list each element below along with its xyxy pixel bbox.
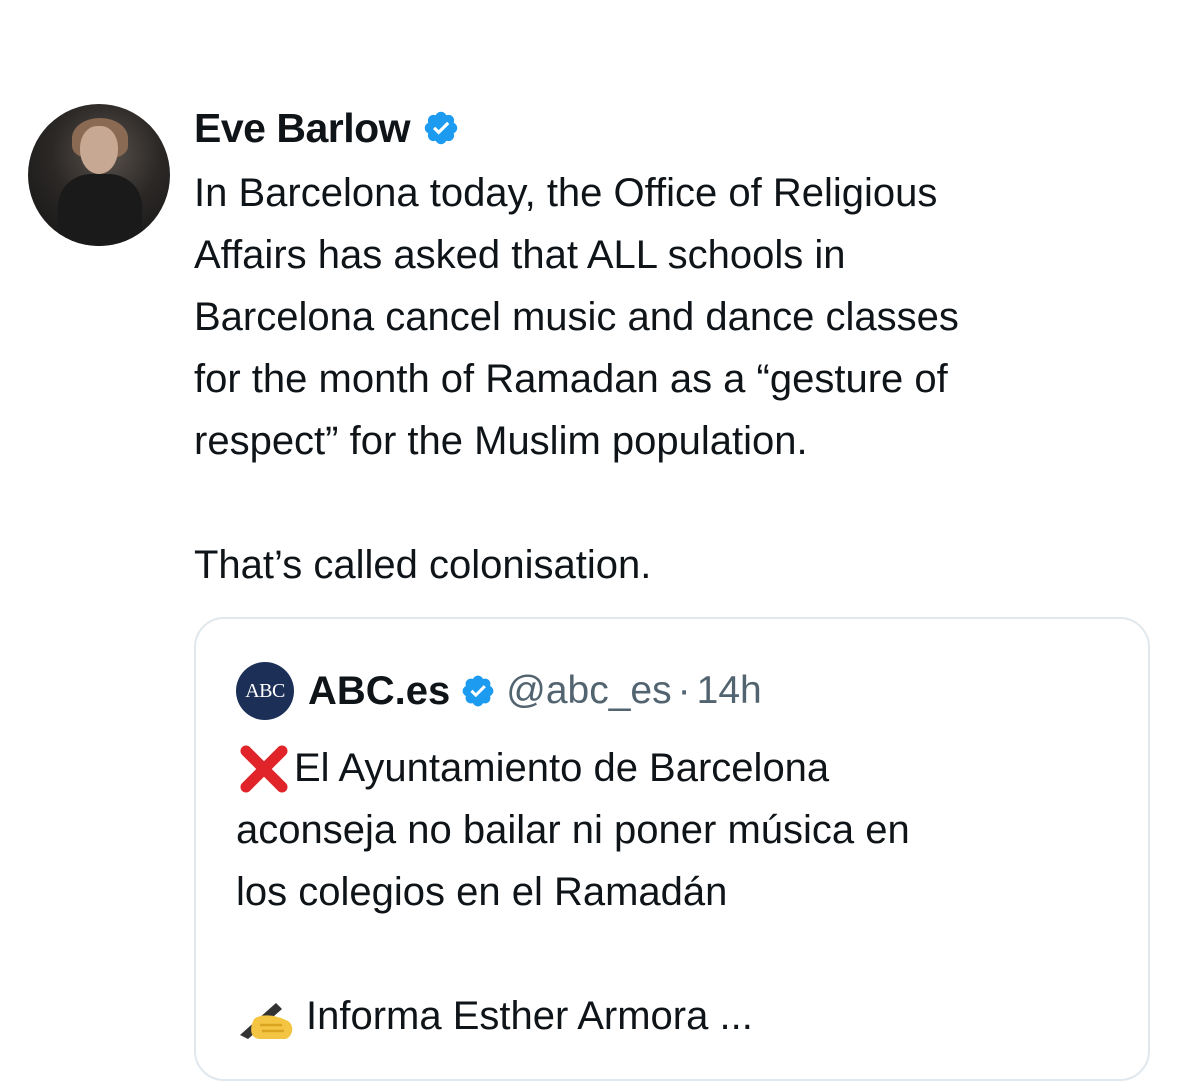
quoted-tweet-card[interactable]: ABC ABC.es @abc_es · 14h El Ayuntamiento…	[194, 617, 1150, 1081]
quoted-author-name[interactable]: ABC.es	[308, 669, 450, 714]
quoted-line-text: aconseja no bailar ni poner música en	[236, 808, 910, 852]
quoted-line-text: El Ayuntamiento de Barcelona	[294, 746, 830, 790]
tweet-body-line: Barcelona cancel music and dance classes	[194, 295, 959, 339]
abc-logo-avatar[interactable]: ABC	[236, 662, 294, 720]
quoted-line-text: Informa Esther Armora ...	[306, 994, 753, 1038]
cross-mark-icon	[236, 737, 294, 799]
quoted-author-handle[interactable]: @abc_es	[506, 669, 671, 713]
author-avatar[interactable]	[28, 104, 170, 246]
quoted-tweet-time[interactable]: 14h	[697, 669, 762, 713]
tweet-body-line: In Barcelona today, the Office of Religi…	[194, 171, 938, 215]
verified-badge-icon	[424, 111, 458, 145]
tweet-header: Eve Barlow	[194, 104, 460, 152]
quoted-line-text: los colegios en el Ramadán	[236, 870, 728, 914]
verified-badge-icon	[462, 675, 494, 707]
tweet-body-line: for the month of Ramadan as a “gesture o…	[194, 357, 948, 401]
quoted-line: Informa Esther Armora ...	[236, 985, 1116, 1047]
writing-hand-icon	[236, 985, 306, 1047]
quoted-line: El Ayuntamiento de Barcelona	[236, 737, 1116, 799]
tweet-body-line: respect” for the Muslim population.	[194, 419, 808, 463]
separator-dot: ·	[677, 669, 691, 712]
tweet-body-line: That’s called colonisation.	[194, 543, 652, 587]
abc-logo-text: ABC	[245, 679, 285, 702]
tweet[interactable]: Eve Barlow In Barcelona today, the Offic…	[0, 0, 1178, 1091]
quoted-tweet-body: El Ayuntamiento de Barcelona aconseja no…	[236, 737, 1116, 1047]
author-name[interactable]: Eve Barlow	[194, 105, 411, 152]
tweet-body: In Barcelona today, the Office of Religi…	[194, 162, 1154, 596]
quoted-tweet-header: ABC ABC.es @abc_es · 14h	[236, 662, 762, 720]
tweet-body-line: Affairs has asked that ALL schools in	[194, 233, 846, 277]
